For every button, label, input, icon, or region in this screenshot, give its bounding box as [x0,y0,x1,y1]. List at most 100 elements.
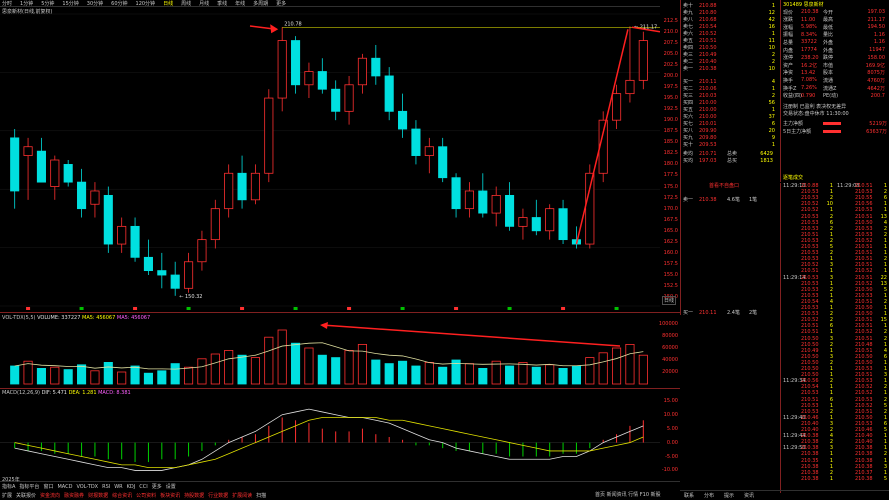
orderbook-label: 买二 [683,86,694,92]
macd-chart[interactable] [0,392,660,480]
tick-row: 210.51 1 [783,329,837,335]
candle-body [77,181,87,210]
period-tab[interactable]: 15分钟 [62,0,78,6]
indicator-tab[interactable]: 设置 [166,483,176,490]
tick-price: 210.53 [801,237,819,244]
flow-value: 5219万 [869,120,887,127]
tick-volume: 2 [883,329,887,336]
indicator-tab[interactable]: 更多 [152,483,162,490]
right-tab[interactable]: 提示 [724,492,734,499]
period-tab[interactable]: 多周期 [253,0,268,6]
tick-price: 210.46 [801,414,819,421]
indicator-tab[interactable]: 窗口 [43,483,53,490]
orderbook-price: 210.40 [699,58,717,65]
tick-price: 210.51 [855,317,873,324]
orderbook-price: 210.00 [699,106,717,113]
tick-row: 210.51 2 [837,336,889,342]
period-tab[interactable]: 30分钟 [87,0,103,6]
period-tab[interactable]: 年线 [235,0,245,6]
summary-price: 210.71 [699,150,717,157]
tick-price: 210.53 [801,213,819,220]
indicator-tab[interactable]: WR [114,484,122,490]
candle-body [478,190,488,214]
period-tab[interactable]: 季线 [217,0,227,6]
price-tick: 197.5 [663,84,678,90]
level-qty: 4.6笔 [727,197,740,203]
orderbook-label: 卖七 [683,24,694,30]
level-label: 卖一 [683,197,694,203]
volume-bar [491,360,501,385]
period-tab[interactable]: 月线 [199,0,209,6]
indicator-tab[interactable]: 指标平台 [19,483,39,490]
quote-value: 197.03 [867,9,886,15]
tick-row: 210.51 6 [783,397,837,403]
info-tab[interactable]: 持股数据 [184,492,204,499]
info-tab[interactable]: 扩展阅读 [232,492,252,499]
volume-bar [638,354,648,385]
info-tab[interactable]: 资金流向 [40,492,60,499]
level-label: 买一 [683,310,694,316]
quote-label: 总量 [783,39,794,46]
info-tab[interactable]: 板块资讯 [160,492,180,499]
orderbook-qty: 1 [771,141,775,148]
info-tab[interactable]: 综合资讯 [112,492,132,499]
tick-row: 210.53 2 [783,238,837,244]
period-tab[interactable]: 日线 [163,0,173,6]
period-tab[interactable]: 60分钟 [111,0,127,6]
info-tab[interactable]: 融资融券 [64,492,84,499]
volume-bar [117,371,127,385]
tick-row: 210.53 1 [837,366,889,372]
candlestick-chart[interactable]: 210.78← 150.32← 211.17 [0,8,660,310]
summary-label: 卖均 [683,151,694,157]
tick-row: 210.51 1 [837,244,889,250]
tick-volume: 1 [829,451,833,458]
indicator-tab[interactable]: RSI [102,484,110,490]
tick-row: 210.56 1 [837,201,889,207]
indicator-tab[interactable]: VOL-TDX [76,484,98,490]
info-tab[interactable]: 公司资料 [136,492,156,499]
price-tick: 195.0 [663,95,678,102]
right-tab[interactable]: 分布 [704,492,714,499]
quote-value: 158.00 [867,54,886,61]
tick-price: 210.38 [801,439,819,446]
tick-row: 210.38 2 [783,470,837,476]
tick-price: 210.48 [855,341,873,348]
quote-value: 4760万 [867,77,885,84]
info-tab[interactable]: 行业数据 [208,492,228,499]
indicator-tab[interactable]: 指标A [2,483,15,490]
tick-volume: 1 [883,469,887,476]
right-tabs: 联系 分布 提示 资讯 [680,490,889,500]
indicator-tab[interactable]: KDJ [127,484,136,490]
orderbook-price: 209.80 [699,134,717,141]
period-tab[interactable]: 分时 [2,0,12,6]
info-tab[interactable]: 关联报价 [16,492,36,499]
info-tab[interactable]: 财报数据 [88,492,108,499]
tick-volume: 1 [829,347,833,354]
volume-chart[interactable] [0,316,660,386]
orderbook-label: 买七 [683,121,694,127]
period-tab[interactable]: 周线 [181,0,191,6]
period-tab[interactable]: 5分钟 [41,0,54,6]
tick-volume: 6 [829,219,833,226]
tick-row: 210.50 1 [837,305,889,311]
volume-bar [197,358,207,385]
period-tab[interactable]: 120分钟 [136,0,156,6]
tick-volume: 4 [883,219,887,226]
period-tab[interactable]: 1分钟 [20,0,33,6]
indicator-tab[interactable]: CCI [139,484,147,490]
indicator-tab[interactable]: MACD [57,484,72,490]
tick-row: 210.51 1 [783,268,837,274]
info-tab[interactable]: 扫描 [256,492,266,499]
quote-label: 跌停 [823,55,834,62]
period-tab[interactable]: 更多 [276,0,286,6]
info-tab[interactable]: 扩展 [2,492,12,499]
tick-list[interactable]: 11:29:10 210.88 1 210.53 1 210.53 2 210.52 10 210… [780,183,889,493]
quote-label: 换手Z [783,85,797,92]
tick-row: 210.53 1 [783,390,837,396]
tick-volume: 3 [829,335,833,342]
right-tab[interactable]: 联系 [684,492,694,499]
right-tab[interactable]: 资讯 [744,492,754,499]
tick-header[interactable]: 逐笔成交 [783,174,889,181]
tick-row: 210.50 1 [783,372,837,378]
tick-row: 210.50 4 [837,220,889,226]
